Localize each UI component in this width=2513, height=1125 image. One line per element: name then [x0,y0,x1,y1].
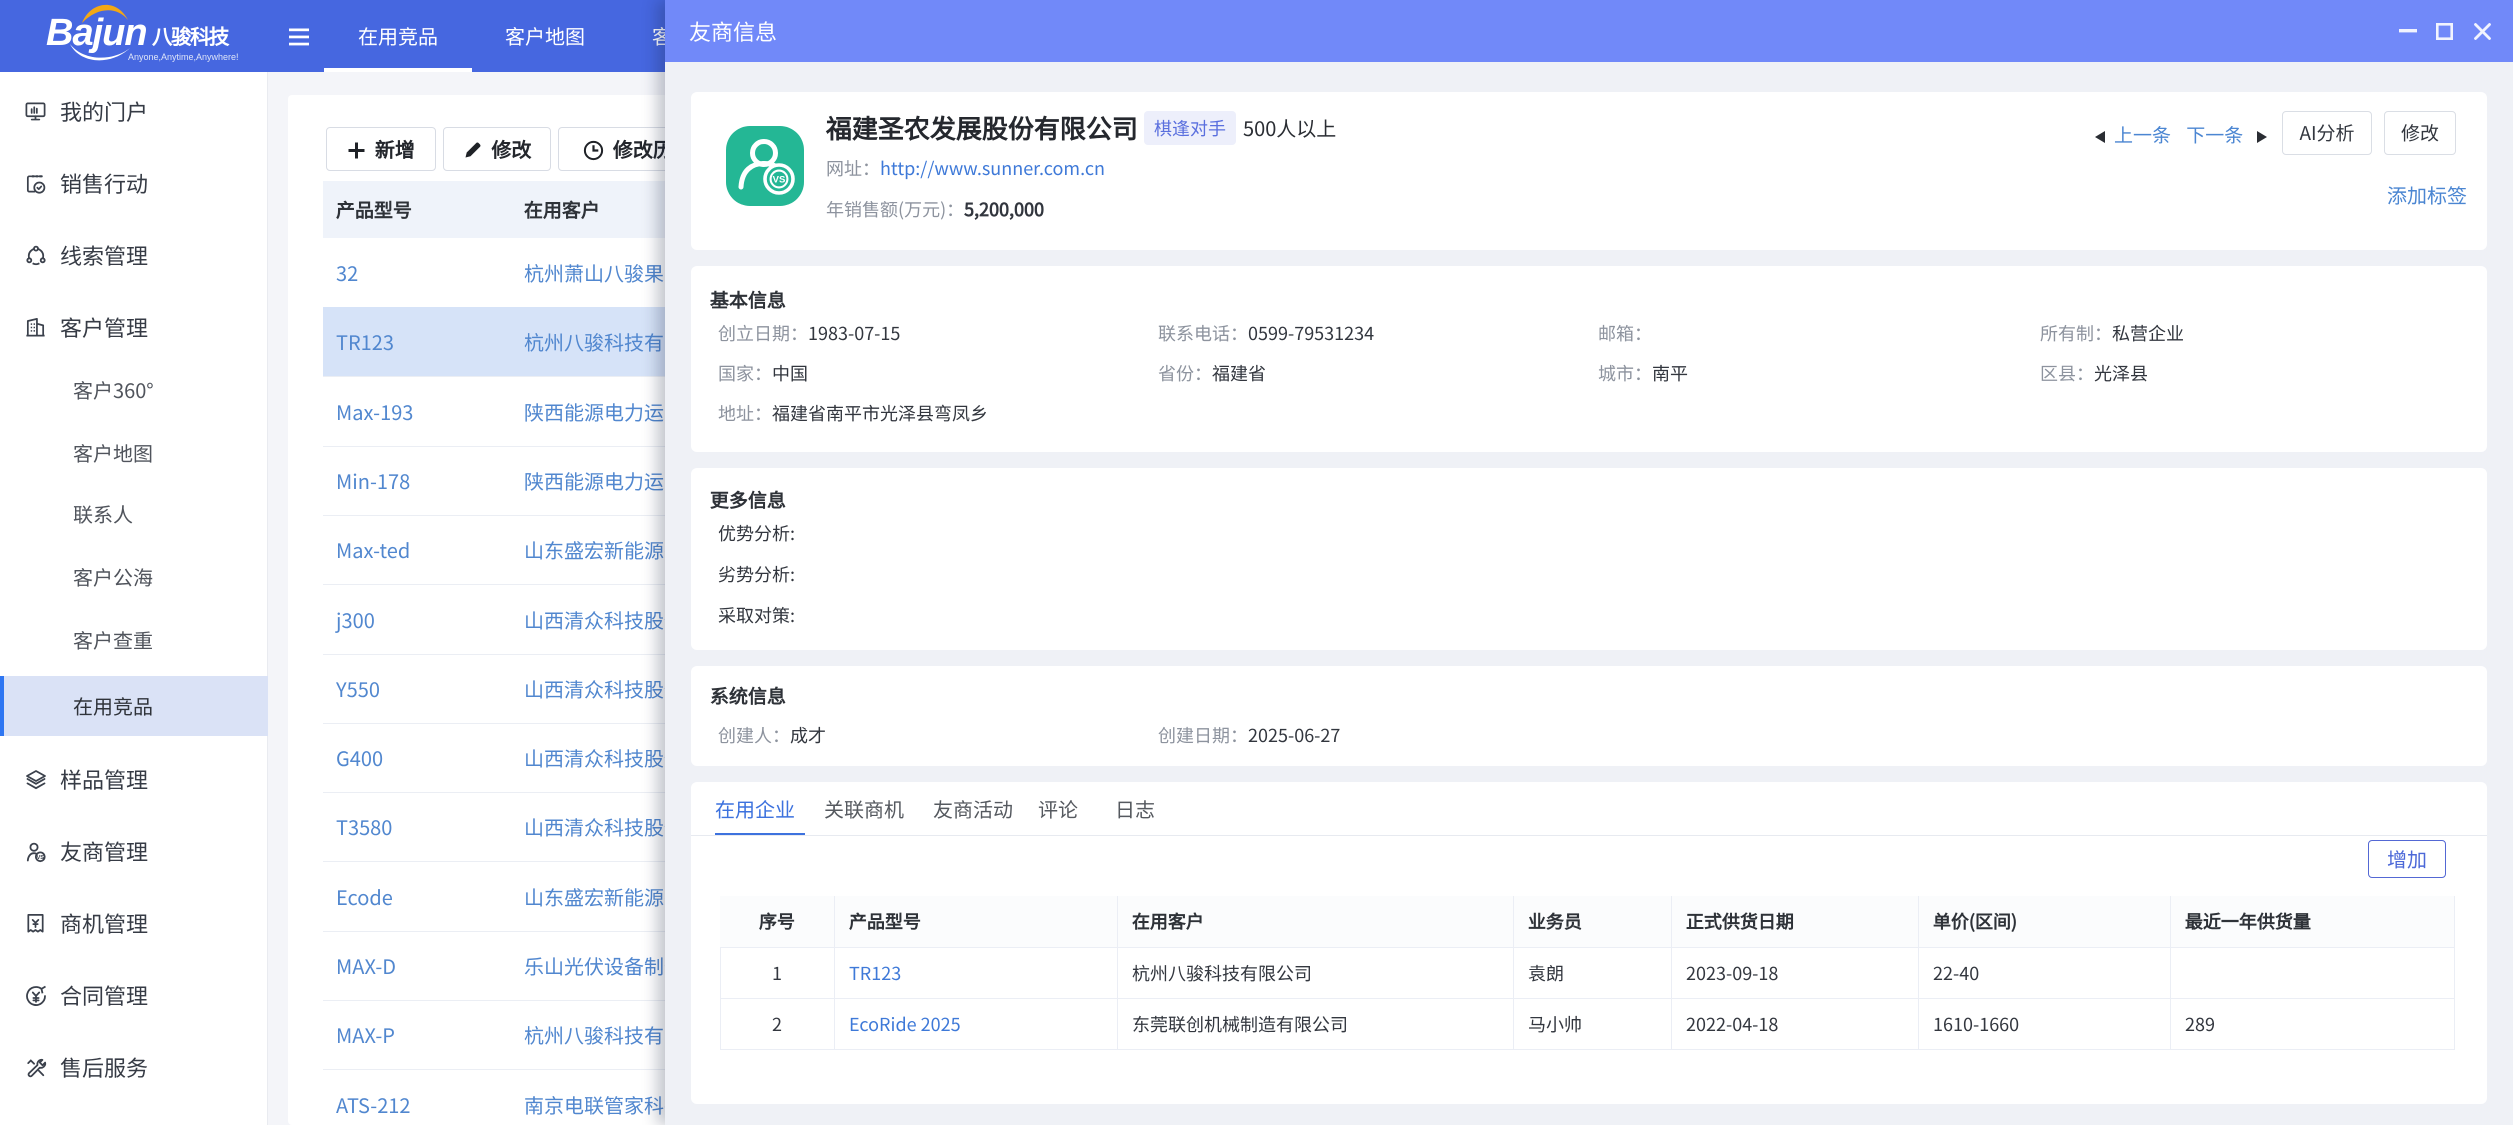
svg-text:VS: VS [773,174,786,185]
svg-text:八骏科技: 八骏科技 [152,20,230,50]
svg-text:Bajun: Bajun [46,12,147,54]
svg-text:Anyone,Anytime,Anywhere!: Anyone,Anytime,Anywhere! [128,52,239,62]
svg-text:VS: VS [37,855,45,861]
